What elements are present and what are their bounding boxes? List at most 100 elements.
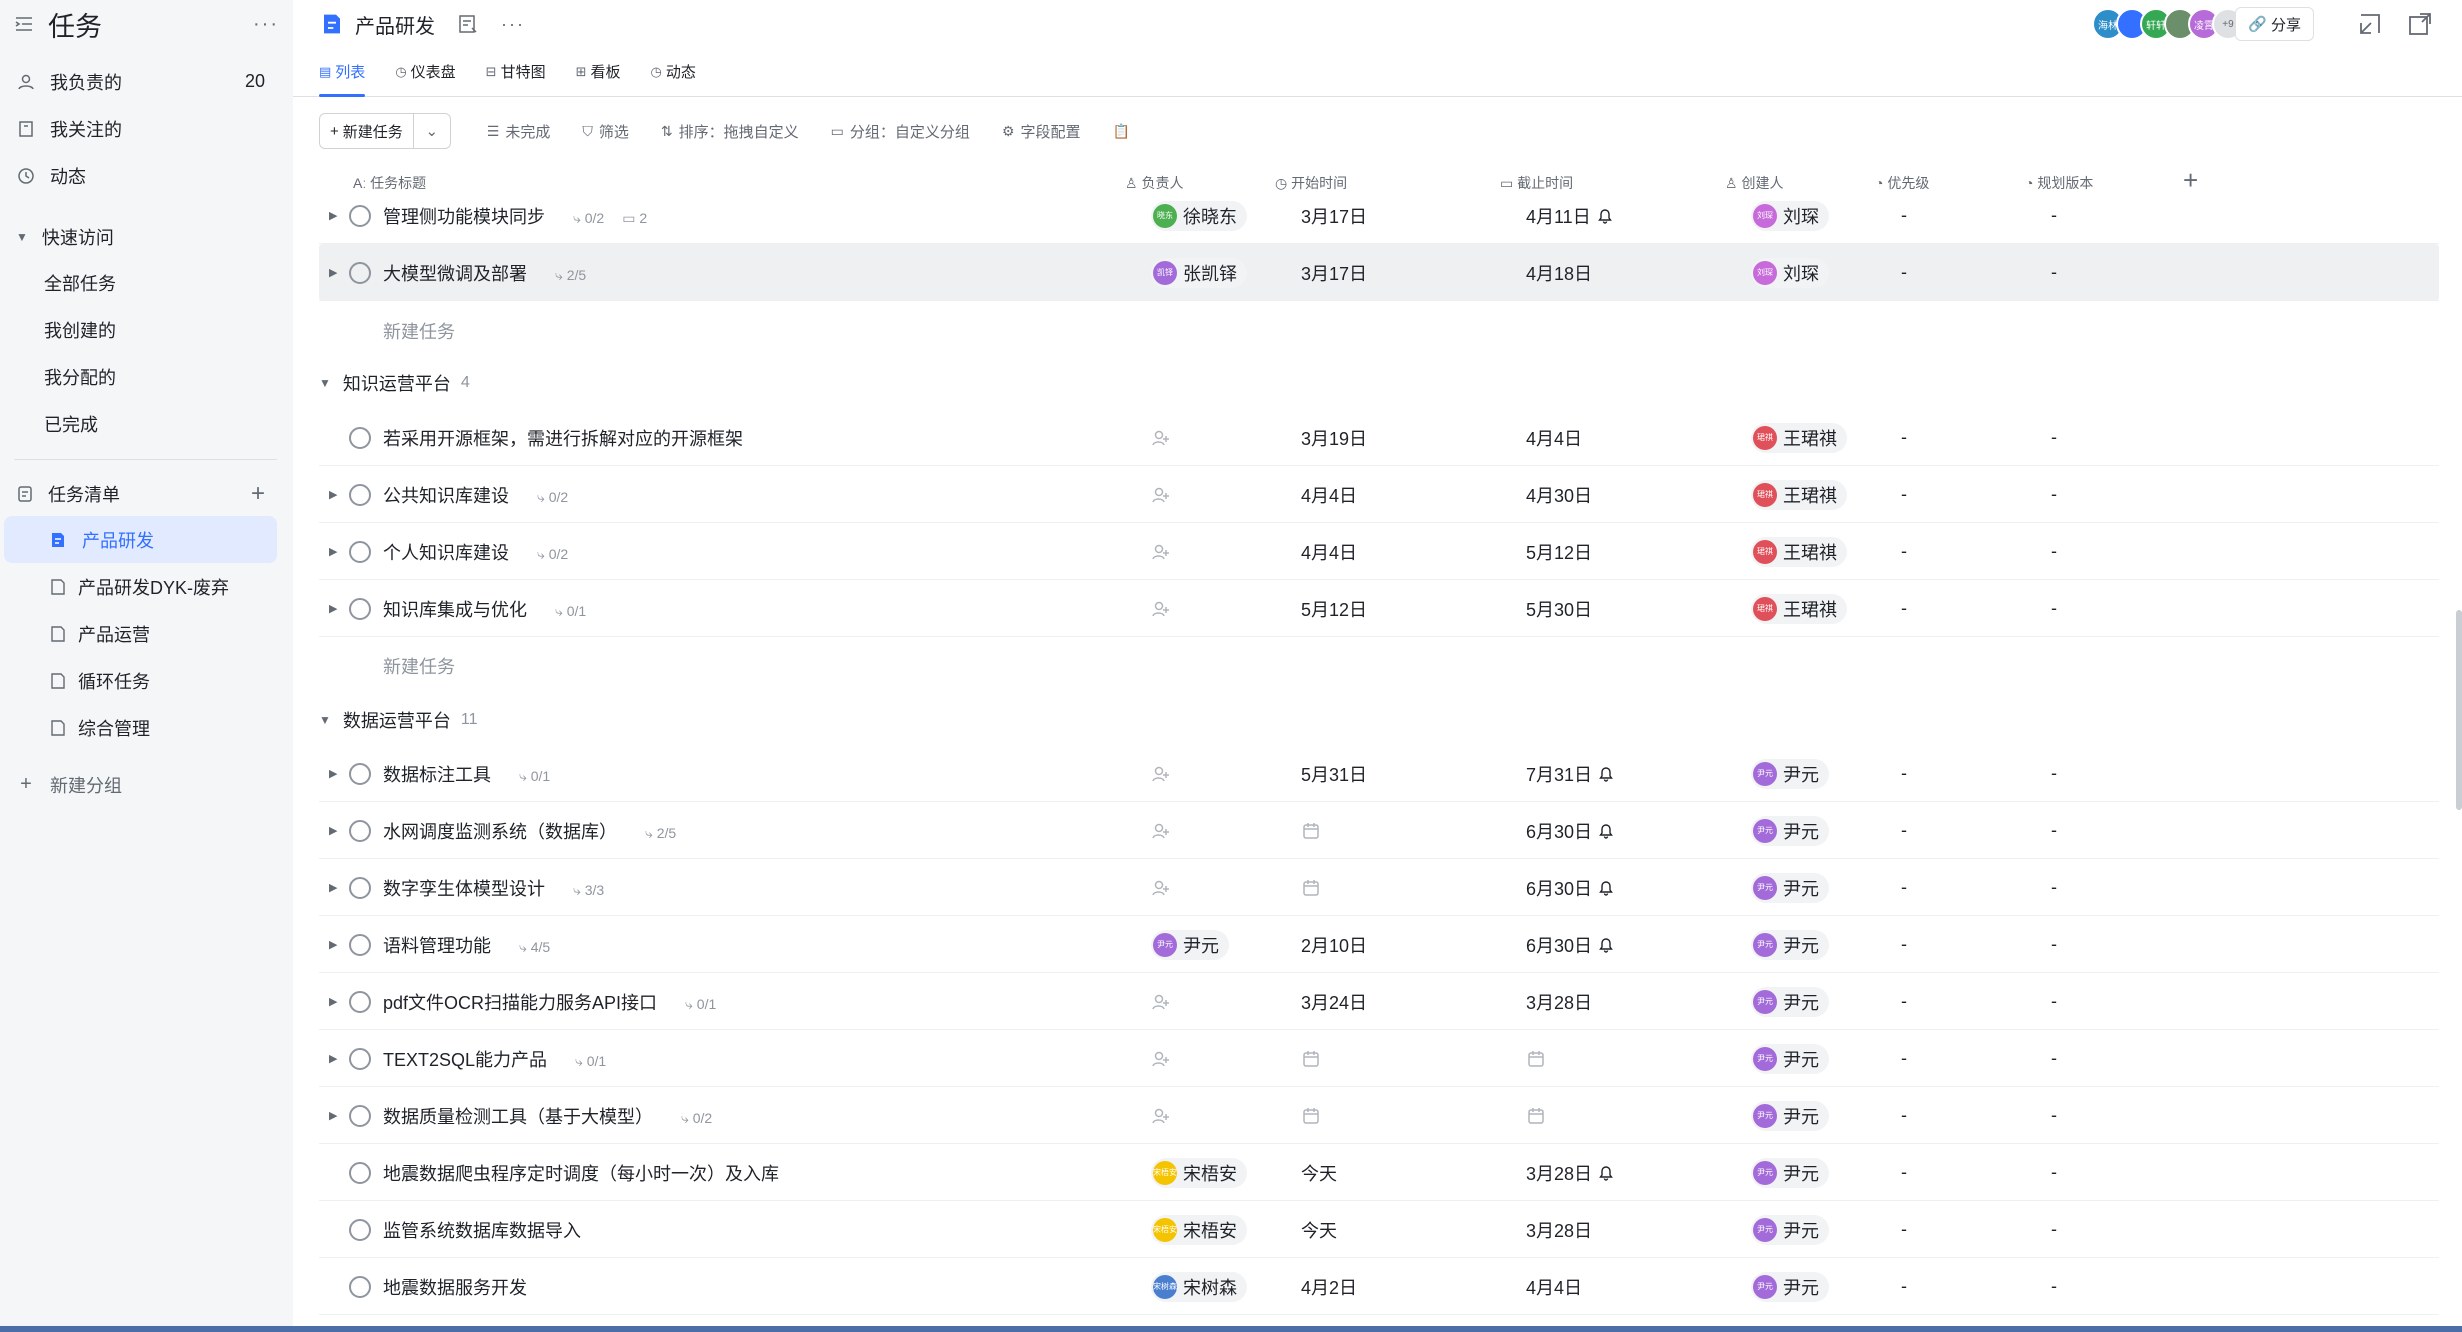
group-header[interactable]: ▼ 数据运营平台 11	[319, 700, 478, 740]
table-row[interactable]: 若采用开源框架，需进行拆解对应的开源框架 3月19日 4月4日 珺祺 王珺祺 - -	[319, 409, 2439, 466]
sidebar-item-assigned[interactable]: 我分配的	[0, 353, 293, 400]
checkbox[interactable]	[349, 819, 371, 842]
sidebar-item-list[interactable]: 产品运营	[0, 610, 293, 657]
start-date-cell[interactable]	[1301, 1049, 1321, 1069]
tab-activity[interactable]: ◷ 动态	[651, 47, 696, 96]
owner-chip[interactable]: 尹元 尹元	[1151, 929, 1229, 960]
add-assignee-icon[interactable]	[1151, 1049, 1171, 1069]
quick-access-header[interactable]: ▼ 快速访问	[0, 215, 293, 259]
version-cell[interactable]: -	[2051, 763, 2057, 784]
owner-cell[interactable]	[1151, 1106, 1171, 1126]
checkbox[interactable]	[349, 1161, 371, 1184]
start-date-cell[interactable]: 3月19日	[1301, 425, 1367, 451]
version-cell[interactable]: -	[2051, 541, 2057, 562]
new-task-link[interactable]: 新建任务	[383, 318, 455, 344]
task-title[interactable]: 若采用开源框架，需进行拆解对应的开源框架	[383, 425, 743, 451]
owner-chip[interactable]: 宋梧安 宋梧安	[1151, 1157, 1247, 1188]
priority-cell[interactable]: -	[1901, 427, 1907, 448]
due-date-cell[interactable]: 3月28日	[1526, 1217, 1592, 1243]
owner-chip[interactable]: 宋树森 宋树森	[1151, 1271, 1247, 1302]
priority-cell[interactable]: -	[1901, 484, 1907, 505]
priority-cell[interactable]: -	[1901, 1105, 1907, 1126]
group-header[interactable]: ▼ 知识运营平台 4	[319, 363, 470, 403]
start-date-cell[interactable]: 今天	[1301, 1217, 1337, 1243]
checkbox[interactable]	[349, 597, 371, 620]
table-row[interactable]: ▶ pdf文件OCR扫描能力服务API接口 ⤷ 0/1 3月24日 3月28日 尹元 尹元 -…	[319, 973, 2439, 1030]
new-task-link[interactable]: 新建任务	[383, 653, 455, 679]
start-date-cell[interactable]: 5月31日	[1301, 761, 1367, 787]
caret-right-icon[interactable]: ▶	[329, 1109, 337, 1122]
owner-cell[interactable]	[1151, 1049, 1171, 1069]
task-title[interactable]: pdf文件OCR扫描能力服务API接口 ⤷ 0/1	[383, 989, 716, 1015]
priority-cell[interactable]: -	[1901, 1276, 1907, 1297]
checkbox[interactable]	[349, 1218, 371, 1241]
sidebar-item-following[interactable]: 我关注的	[0, 105, 293, 152]
caret-down-icon[interactable]: ▼	[319, 376, 331, 390]
caret-right-icon[interactable]: ▶	[329, 881, 337, 894]
owner-cell[interactable]: 尹元 尹元	[1151, 929, 1229, 960]
new-task-button[interactable]: + 新建任务 ⌄	[319, 113, 451, 149]
priority-cell[interactable]: -	[1901, 991, 1907, 1012]
calendar-icon[interactable]	[1301, 878, 1321, 898]
due-date-cell[interactable]	[1526, 1049, 1546, 1069]
sidebar-item-mine[interactable]: 我负责的 20	[0, 58, 293, 105]
checkbox[interactable]	[349, 426, 371, 449]
share-button[interactable]: 🔗 分享	[2235, 7, 2314, 41]
priority-cell[interactable]: -	[1901, 205, 1907, 226]
checkbox[interactable]	[349, 204, 371, 227]
tab-kanban[interactable]: ⊞ 看板	[576, 47, 621, 96]
due-date-cell[interactable]: 4月11日	[1526, 203, 1613, 229]
incomplete-filter[interactable]: ☰ 未完成	[487, 121, 551, 142]
version-cell[interactable]: -	[2051, 1105, 2057, 1126]
sidebar-item-completed[interactable]: 已完成	[0, 400, 293, 447]
start-date-cell[interactable]: 3月17日	[1301, 260, 1367, 286]
task-title[interactable]: 个人知识库建设 ⤷ 0/2	[383, 539, 568, 565]
task-title[interactable]: 水网调度监测系统（数据库） ⤷ 2/5	[383, 818, 676, 844]
sort-button[interactable]: ⇅ 排序：拖拽自定义	[661, 121, 799, 142]
sidebar-item-all[interactable]: 全部任务	[0, 259, 293, 306]
priority-cell[interactable]: -	[1901, 934, 1907, 955]
add-assignee-icon[interactable]	[1151, 428, 1171, 448]
start-date-cell[interactable]: 3月24日	[1301, 989, 1367, 1015]
owner-cell[interactable]: 宋梧安 宋梧安	[1151, 1157, 1247, 1188]
tab-gantt[interactable]: ⊟ 甘特图	[486, 47, 546, 96]
due-date-cell[interactable]: 5月30日	[1526, 596, 1592, 622]
table-row[interactable]: 监管系统数据库数据导入 宋梧安 宋梧安 今天 3月28日 尹元 尹元 - -	[319, 1201, 2439, 1258]
start-date-cell[interactable]: 4月2日	[1301, 1274, 1357, 1300]
priority-cell[interactable]: -	[1901, 598, 1907, 619]
table-row[interactable]: ▶ 数据标注工具 ⤷ 0/1 5月31日 7月31日 尹元 尹元 - -	[319, 745, 2439, 802]
start-date-cell[interactable]	[1301, 1106, 1321, 1126]
priority-cell[interactable]: -	[1901, 262, 1907, 283]
tab-dashboard[interactable]: ◷ 仪表盘	[395, 47, 455, 96]
task-title[interactable]: 大模型微调及部署 ⤷ 2/5	[383, 260, 586, 286]
start-date-cell[interactable]: 5月12日	[1301, 596, 1367, 622]
task-title[interactable]: 公共知识库建设 ⤷ 0/2	[383, 482, 568, 508]
due-date-cell[interactable]: 6月30日	[1526, 932, 1614, 958]
version-cell[interactable]: -	[2051, 1048, 2057, 1069]
version-cell[interactable]: -	[2051, 991, 2057, 1012]
owner-chip[interactable]: 宋梧安 宋梧安	[1151, 1214, 1247, 1245]
checkbox[interactable]	[349, 1275, 371, 1298]
start-date-cell[interactable]: 3月17日	[1301, 203, 1367, 229]
task-title[interactable]: TEXT2SQL能力产品 ⤷ 0/1	[383, 1046, 606, 1072]
add-assignee-icon[interactable]	[1151, 821, 1171, 841]
checkbox[interactable]	[349, 540, 371, 563]
table-row[interactable]: ▶ 水网调度监测系统（数据库） ⤷ 2/5 6月30日 尹元 尹元 - -	[319, 802, 2439, 859]
caret-right-icon[interactable]: ▶	[329, 488, 337, 501]
due-date-cell[interactable]: 6月30日	[1526, 818, 1614, 844]
filter-button[interactable]: ⛉ 筛选	[582, 121, 629, 142]
group-button[interactable]: ▭ 分组：自定义分组	[831, 121, 970, 142]
scrollbar[interactable]	[2456, 610, 2462, 810]
add-assignee-icon[interactable]	[1151, 992, 1171, 1012]
export-button[interactable]: 📋	[1112, 123, 1135, 140]
table-row[interactable]: ▶ 数据质量检测工具（基于大模型） ⤷ 0/2 尹元 尹元 - -	[319, 1087, 2439, 1144]
checkbox[interactable]	[349, 762, 371, 785]
owner-cell[interactable]	[1151, 821, 1171, 841]
owner-cell[interactable]	[1151, 542, 1171, 562]
add-assignee-icon[interactable]	[1151, 1106, 1171, 1126]
due-date-cell[interactable]: 4月4日	[1526, 1274, 1582, 1300]
sidebar-item-list[interactable]: 综合管理	[0, 704, 293, 751]
version-cell[interactable]: -	[2051, 598, 2057, 619]
new-task-main[interactable]: + 新建任务	[320, 114, 414, 148]
owner-cell[interactable]	[1151, 764, 1171, 784]
